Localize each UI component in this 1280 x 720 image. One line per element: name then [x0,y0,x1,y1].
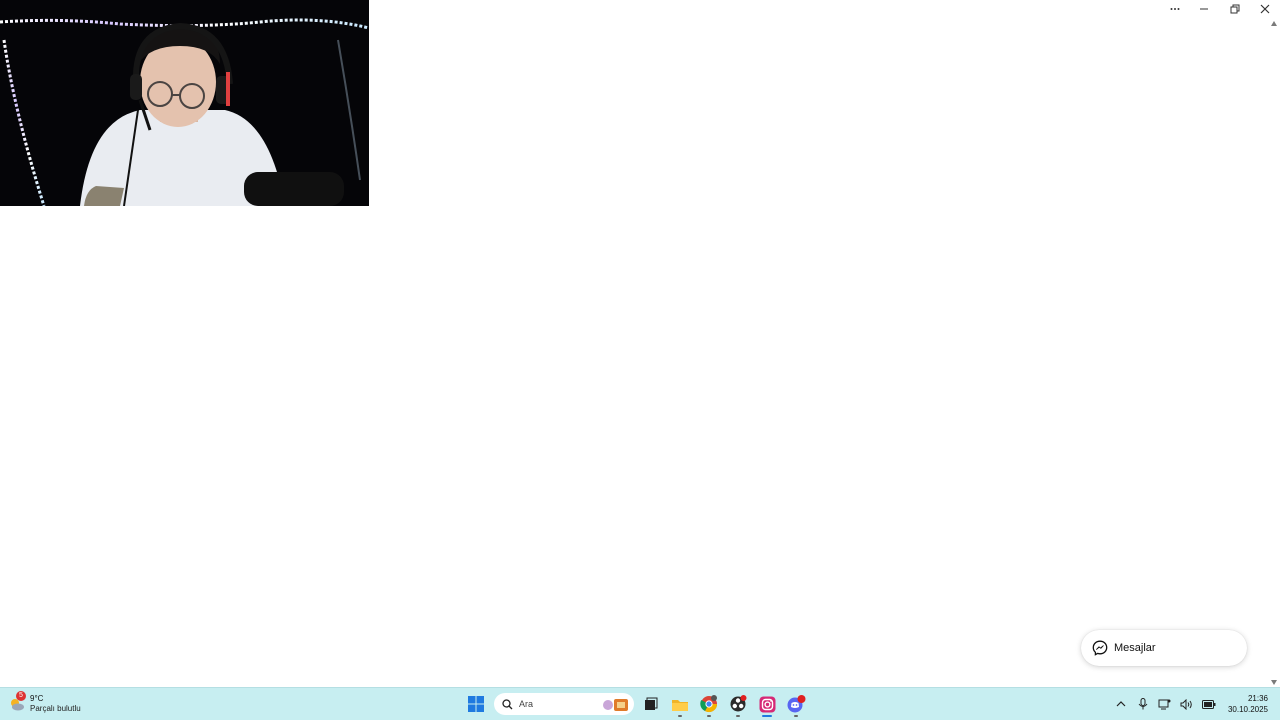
microphone-icon [1138,698,1148,710]
running-indicator [794,715,798,717]
weather-badge: 5 [16,691,26,701]
network-button[interactable] [1154,693,1176,715]
clock-date: 30.10.2025 [1227,705,1268,714]
vertical-scrollbar[interactable] [1268,18,1280,688]
obs-icon [730,695,747,712]
windows-start-icon [468,696,484,712]
restore-icon [1230,4,1240,14]
discord-button[interactable] [783,691,809,717]
show-hidden-icons-button[interactable] [1110,693,1132,715]
search-highlight-icon [603,699,628,711]
instagram-icon [759,696,775,712]
microphone-button[interactable] [1132,693,1154,715]
volume-icon [1180,698,1193,710]
search-icon [502,698,513,709]
close-button[interactable] [1250,0,1280,18]
task-view-button[interactable] [638,691,664,717]
volume-button[interactable] [1176,693,1198,715]
clock-time: 21:36 [1247,694,1268,703]
window-controls [1160,0,1280,18]
taskbar-apps: Ara [463,691,812,717]
minimize-icon [1200,8,1208,10]
battery-button[interactable] [1198,693,1220,715]
folder-icon [672,699,688,711]
close-icon [1260,4,1270,14]
file-explorer-button[interactable] [667,691,693,717]
more-options-button[interactable] [1160,0,1190,18]
restore-button[interactable] [1220,0,1250,18]
obs-button[interactable] [725,691,751,717]
messenger-icon [1092,640,1108,656]
weather-icon: 5 [8,691,26,713]
battery-icon [1201,699,1216,709]
running-indicator [736,715,740,717]
chrome-icon [700,695,718,713]
clock[interactable]: 21:36 30.10.2025 [1228,693,1268,715]
task-view-icon [645,697,658,710]
chrome-button[interactable] [696,691,722,717]
chevron-up-icon [1116,701,1126,707]
system-tray: 21:36 30.10.2025 [1110,691,1268,717]
search-label: Ara [519,699,534,709]
messages-button[interactable]: Mesajlar [1081,630,1247,666]
scroll-up-arrow-icon[interactable] [1271,21,1277,26]
network-icon [1158,699,1171,709]
weather-condition: Parçalı bulutlu [30,704,81,713]
ellipsis-icon [1170,8,1180,10]
minimize-button[interactable] [1190,0,1220,18]
taskbar: 5 9°C Parçalı bulutlu Ara 21:36 30.10.20… [0,687,1280,720]
running-indicator [707,715,711,717]
taskbar-search[interactable]: Ara [494,693,634,715]
weather-temperature: 9°C [30,694,44,703]
instagram-button[interactable] [754,691,780,717]
scroll-down-arrow-icon[interactable] [1271,680,1277,685]
running-indicator [762,715,772,717]
start-button[interactable] [463,691,489,717]
running-indicator [678,715,682,717]
webcam-overlay [0,0,369,206]
weather-widget[interactable]: 5 9°C Parçalı bulutlu [8,691,81,717]
discord-icon [787,695,806,713]
messages-label: Mesajlar [1114,642,1156,654]
